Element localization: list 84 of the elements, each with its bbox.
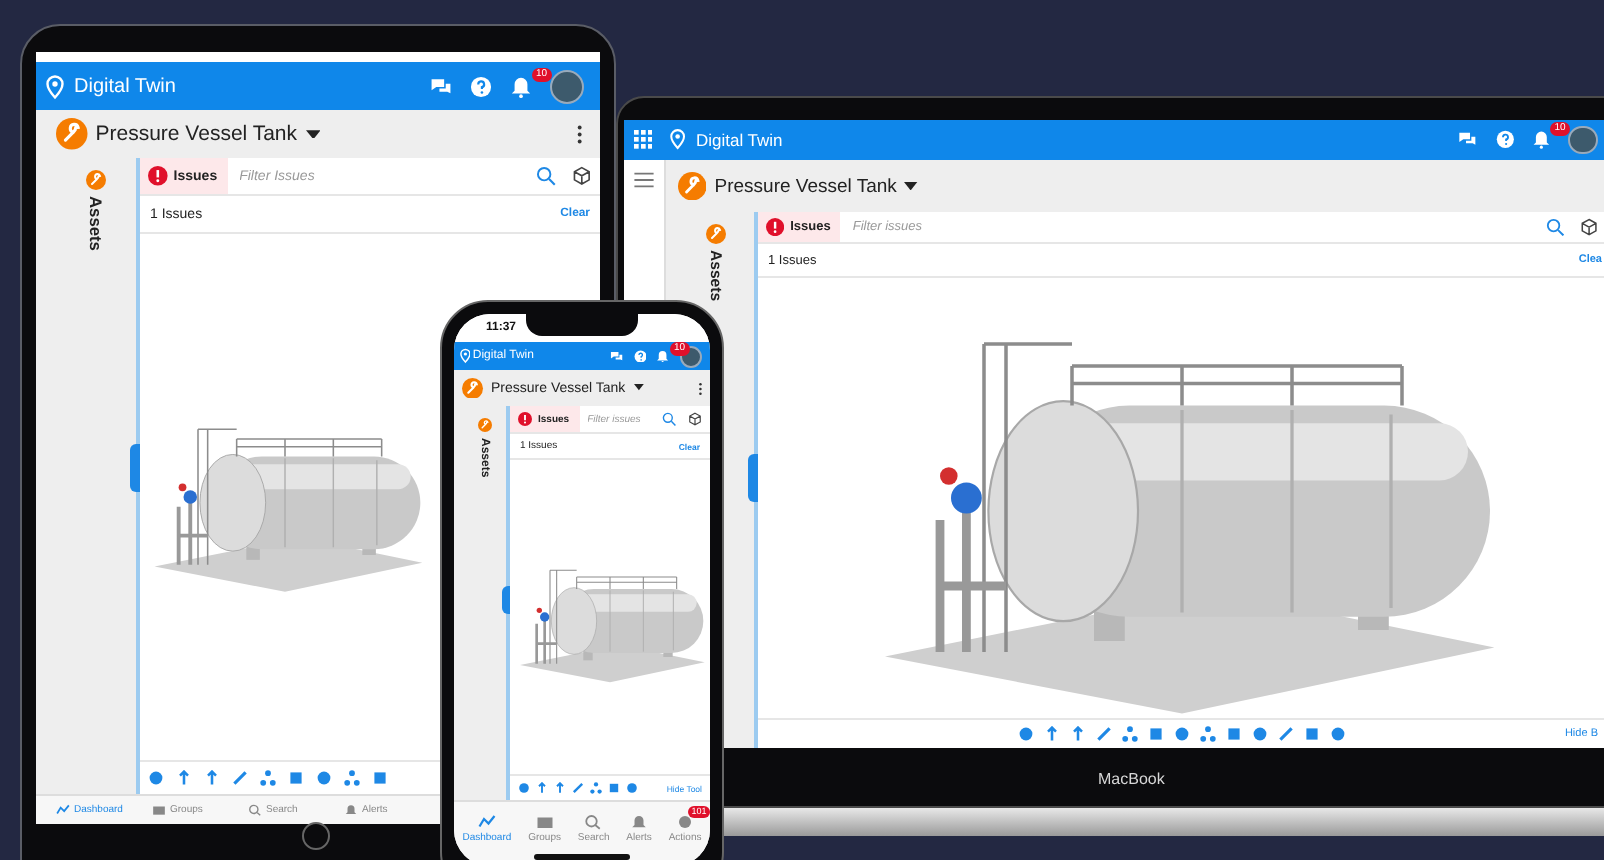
- menu-icon[interactable]: [634, 172, 654, 188]
- search-icon: [248, 804, 262, 816]
- device-label: MacBook: [1098, 770, 1165, 788]
- asset-title[interactable]: Pressure Vessel Tank: [714, 175, 897, 197]
- panel-handle[interactable]: [748, 454, 758, 502]
- help-icon[interactable]: [470, 75, 492, 97]
- map-pin-icon: [46, 73, 64, 99]
- dot-icon[interactable]: [518, 782, 530, 794]
- arrow-icon[interactable]: [176, 770, 192, 786]
- help-icon[interactable]: [633, 349, 647, 363]
- square-icon[interactable]: [1226, 726, 1242, 742]
- cube-icon[interactable]: [1579, 217, 1598, 237]
- more-icon[interactable]: [697, 381, 702, 395]
- folder-icon: [152, 804, 166, 816]
- search-icon[interactable]: [662, 412, 676, 426]
- dot-icon[interactable]: [626, 782, 638, 794]
- chart-icon: [56, 804, 70, 816]
- nodes-icon[interactable]: [1122, 726, 1138, 742]
- dot-icon[interactable]: [316, 770, 332, 786]
- pencil-icon[interactable]: [1096, 726, 1112, 742]
- app-title: Digital Twin: [695, 130, 783, 150]
- bell-icon: [344, 804, 358, 816]
- square-icon[interactable]: [1148, 726, 1164, 742]
- folder-icon: [535, 813, 554, 829]
- bell-icon[interactable]: [656, 349, 670, 363]
- arrow-icon[interactable]: [1044, 726, 1060, 742]
- search-icon[interactable]: [1545, 217, 1564, 237]
- square-icon[interactable]: [288, 770, 304, 786]
- alert-icon: [148, 166, 168, 186]
- bell-icon[interactable]: [510, 75, 532, 97]
- map-pin-icon: [460, 348, 471, 364]
- wrench-icon: [678, 171, 707, 201]
- nodes-icon[interactable]: [590, 782, 602, 794]
- dot-icon[interactable]: [1252, 726, 1268, 742]
- caret-icon[interactable]: [633, 384, 644, 392]
- arrow-icon[interactable]: [554, 782, 566, 794]
- arrow-icon[interactable]: [536, 782, 548, 794]
- assets-tab[interactable]: Assets: [86, 196, 106, 251]
- dot-icon[interactable]: [1174, 726, 1190, 742]
- avatar[interactable]: [550, 69, 584, 103]
- wrench-icon: [477, 418, 491, 432]
- bell-icon[interactable]: [1531, 130, 1551, 150]
- arrow-icon[interactable]: [204, 770, 220, 786]
- dot-icon[interactable]: [148, 770, 164, 786]
- search-icon[interactable]: [536, 166, 557, 186]
- more-icon[interactable]: [576, 123, 584, 145]
- cube-icon[interactable]: [688, 412, 702, 426]
- cube-icon[interactable]: [572, 166, 592, 186]
- square-icon[interactable]: [1304, 726, 1320, 742]
- wrench-icon: [462, 377, 483, 399]
- avatar[interactable]: [1568, 125, 1598, 155]
- wrench-icon: [56, 118, 88, 150]
- wrench-icon: [86, 170, 106, 190]
- home-indicator: [534, 854, 630, 860]
- chat-icon[interactable]: [1458, 130, 1478, 150]
- pencil-icon[interactable]: [232, 770, 248, 786]
- pencil-icon[interactable]: [572, 782, 584, 794]
- alert-icon: [518, 412, 532, 426]
- grid-icon[interactable]: [634, 130, 653, 150]
- nodes-icon[interactable]: [260, 770, 276, 786]
- panel-handle[interactable]: [502, 585, 510, 614]
- nodes-icon[interactable]: [344, 770, 360, 786]
- dot-icon[interactable]: [1018, 726, 1034, 742]
- pencil-icon[interactable]: [1278, 726, 1294, 742]
- bell-icon: [630, 813, 649, 829]
- wrench-icon: [706, 224, 726, 244]
- alert-icon: [766, 217, 785, 237]
- square-icon[interactable]: [372, 770, 388, 786]
- search-icon: [584, 813, 603, 829]
- dot-icon[interactable]: [1330, 726, 1346, 742]
- square-icon[interactable]: [608, 782, 620, 794]
- arrow-icon[interactable]: [1070, 726, 1086, 742]
- caret-icon[interactable]: [305, 129, 320, 139]
- phone-notch: [526, 314, 638, 336]
- panel-handle[interactable]: [130, 444, 140, 493]
- caret-icon[interactable]: [904, 181, 919, 191]
- asset-title[interactable]: Pressure Vessel Tank: [95, 122, 298, 146]
- app-title: Digital Twin: [74, 75, 176, 97]
- chat-icon[interactable]: [430, 75, 452, 97]
- chat-icon[interactable]: [610, 349, 624, 363]
- map-pin-icon: [670, 128, 686, 152]
- help-icon[interactable]: [1495, 130, 1514, 150]
- chart-icon: [477, 813, 496, 829]
- nodes-icon[interactable]: [1200, 726, 1216, 742]
